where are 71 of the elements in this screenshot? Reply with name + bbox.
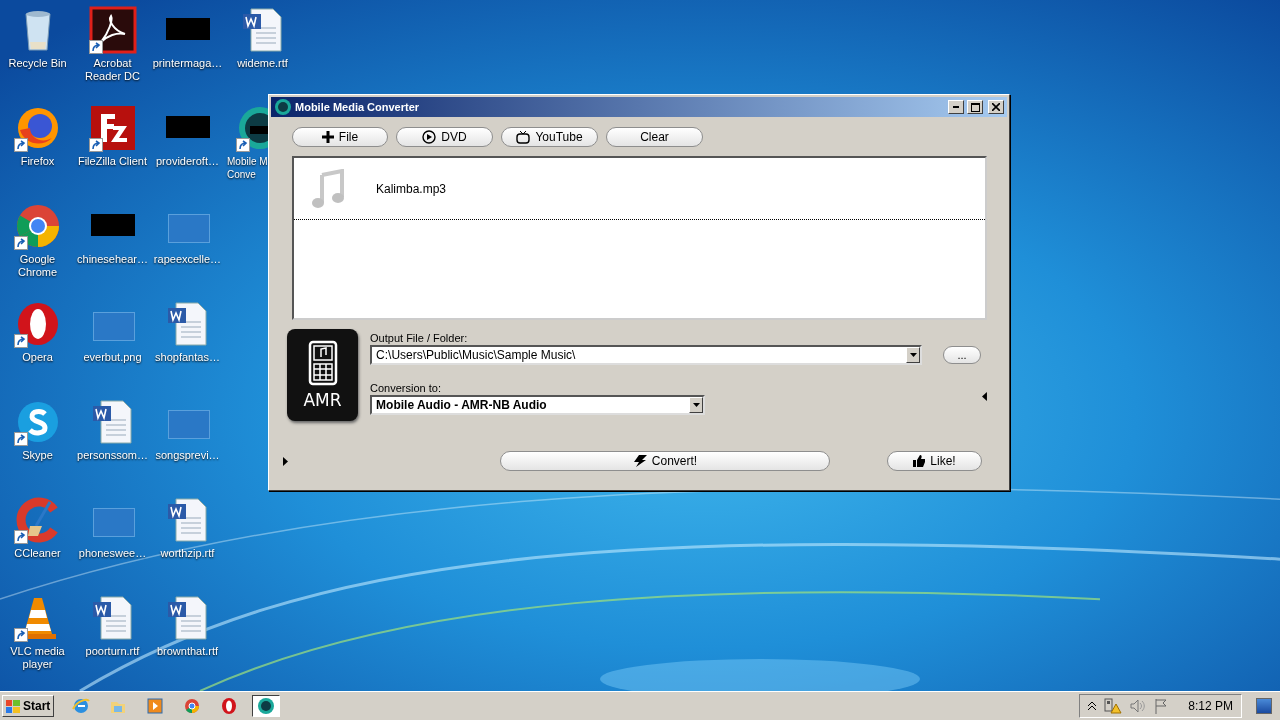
maximize-button[interactable] xyxy=(967,100,983,114)
toolbar-button[interactable]: Clear xyxy=(606,127,703,147)
filezilla-icon[interactable] xyxy=(88,104,137,152)
media-player-icon[interactable] xyxy=(146,697,164,715)
toolbar-button[interactable]: DVD xyxy=(396,127,493,147)
tv-icon xyxy=(516,130,531,144)
icon-label: CCleaner xyxy=(14,547,61,560)
icon-label: Mobile M Conve xyxy=(227,155,268,181)
toolbar-button[interactable]: YouTube xyxy=(501,127,598,147)
file-row[interactable]: Kalimba.mp3 xyxy=(294,158,985,220)
minimize-icon xyxy=(953,106,959,108)
format-label: AMR xyxy=(303,390,342,410)
icon-label: poorturn.rtf xyxy=(85,645,140,658)
chevron-up-icon[interactable] xyxy=(1088,702,1097,710)
output-folder-field[interactable]: C:\Users\Public\Music\Sample Music\ xyxy=(370,345,923,365)
close-icon xyxy=(992,103,1000,111)
dropdown-arrow-icon xyxy=(692,403,700,407)
icon-label: Recycle Bin xyxy=(8,57,67,70)
flag-icon[interactable] xyxy=(1154,698,1169,714)
icon-label: worthzip.rtf xyxy=(160,547,215,560)
pdf-app-icon[interactable] xyxy=(88,6,137,54)
icon-label: VLC media player xyxy=(9,645,66,671)
icon-label: phoneswee… xyxy=(78,547,147,560)
field-label: Output File / Folder: xyxy=(370,332,469,344)
play-icon xyxy=(422,130,437,144)
file-name: Kalimba.mp3 xyxy=(376,181,447,196)
internet-explorer-icon[interactable] xyxy=(72,697,90,715)
chrome-icon[interactable] xyxy=(183,697,201,715)
icon-label: brownthat.rtf xyxy=(156,645,219,658)
collapse-arrow-icon[interactable] xyxy=(982,392,987,401)
toolbar-button[interactable]: File xyxy=(292,127,388,147)
plus-icon xyxy=(321,131,334,143)
field-label: Conversion to: xyxy=(370,382,442,394)
taskbar-app[interactable] xyxy=(252,695,280,717)
icon-label: wideme.rtf xyxy=(237,57,288,70)
icon-label: Acrobat Reader DC xyxy=(84,57,141,83)
like-button[interactable]: Like! xyxy=(887,451,982,471)
browse-button[interactable]: ... xyxy=(943,346,982,364)
icon-label: personssom… xyxy=(77,449,148,462)
icon-label: Google Chrome xyxy=(16,253,59,279)
expand-arrow-icon[interactable] xyxy=(283,456,288,466)
chrome-icon[interactable] xyxy=(13,202,62,250)
icon-label: rapeexcelle… xyxy=(153,253,222,266)
icon-label: Skype xyxy=(22,449,53,462)
app-icon[interactable] xyxy=(257,697,275,715)
windows-logo-icon xyxy=(5,699,21,713)
thumbs-up-icon xyxy=(913,455,926,467)
lightning-icon xyxy=(632,455,647,467)
clock[interactable]: 8:12 PM xyxy=(1188,699,1233,713)
convert-button[interactable]: Convert! xyxy=(500,451,830,471)
dropdown-arrow-icon xyxy=(909,353,917,357)
icon-label: chinesehear… xyxy=(77,253,148,266)
opera-icon[interactable] xyxy=(220,697,238,715)
icon-label: Firefox xyxy=(20,155,55,168)
icon-label: FileZilla Client xyxy=(77,155,148,168)
close-button[interactable] xyxy=(988,100,1004,114)
phone-icon xyxy=(307,340,338,386)
icon-label: shopfantas… xyxy=(155,351,220,364)
minimize-button[interactable] xyxy=(948,100,964,114)
icon-label: songsprevi… xyxy=(155,449,220,462)
format-dropdown[interactable]: Mobile Audio - AMR-NB Audio xyxy=(370,395,706,415)
icon-label: printermaga… xyxy=(152,57,223,70)
window-title: Mobile Media Converter xyxy=(295,101,421,113)
maximize-icon xyxy=(970,102,980,112)
start-button[interactable]: Start xyxy=(2,695,54,717)
music-note-icon xyxy=(310,168,346,209)
icon-label: Opera xyxy=(22,351,53,364)
icon-label: provideroft… xyxy=(156,155,219,168)
icon-label: everbut.png xyxy=(83,351,142,364)
speaker-icon[interactable] xyxy=(1130,699,1147,713)
network-warning-icon[interactable] xyxy=(1104,698,1123,714)
